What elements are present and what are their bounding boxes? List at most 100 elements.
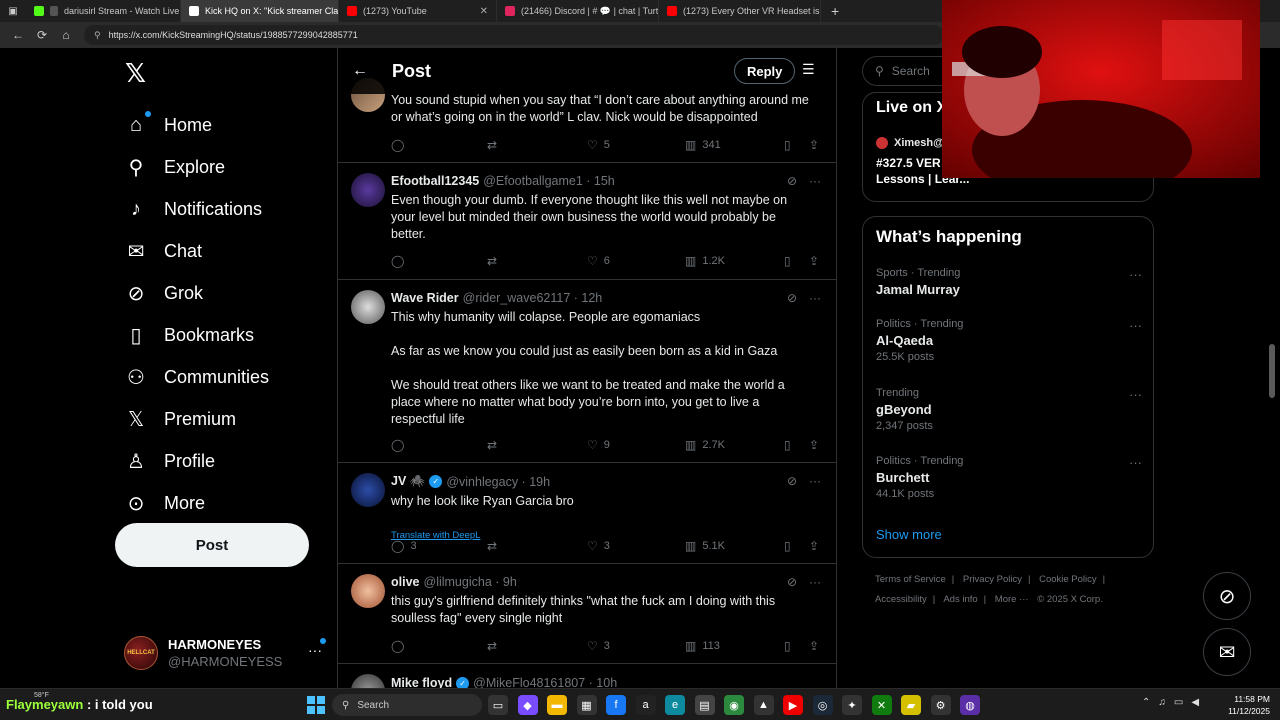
repost-action[interactable]: ⇄	[487, 437, 503, 453]
back-arrow-icon[interactable]: ←	[6, 28, 30, 42]
messages-float-button[interactable]: ✉	[1203, 628, 1251, 676]
browser-tab[interactable]: (1273) YouTube ✕	[339, 0, 497, 22]
bookmark-action[interactable]: ▯	[784, 437, 797, 453]
trend-item[interactable]: Trending gBeyond 2,347 posts ···	[876, 387, 1142, 432]
bookmark-action[interactable]: ▯	[784, 638, 797, 654]
page-scrollbar[interactable]	[1268, 48, 1276, 688]
windows-start-icon[interactable]	[307, 696, 325, 714]
display-name[interactable]: Efootball12345	[391, 174, 479, 188]
youtube-icon[interactable]: ▶	[783, 695, 803, 715]
microphone-icon[interactable]: ♫	[1158, 697, 1166, 708]
refresh-icon[interactable]: ⟳	[30, 28, 54, 42]
like-action[interactable]: ♡ 3	[587, 638, 610, 654]
task-view-icon[interactable]: ▭	[488, 695, 508, 715]
grok-icon[interactable]: ⊘	[787, 575, 797, 589]
more-dots-icon[interactable]: ···	[1129, 387, 1142, 402]
post-button[interactable]: Post	[115, 523, 309, 567]
bookmark-action[interactable]: ▯	[784, 253, 797, 269]
reply-tweet[interactable]: Mike floyd ✓ @MikeFlo48161807 · 10h	[338, 664, 836, 688]
like-action[interactable]: ♡ 6	[587, 253, 610, 269]
filter-settings-icon[interactable]: ☰	[802, 61, 815, 78]
share-action[interactable]: ⇪	[809, 253, 825, 269]
repost-action[interactable]: ⇄	[487, 538, 503, 554]
app-icon[interactable]: ✦	[842, 695, 862, 715]
xbox-icon[interactable]: ✕	[871, 695, 892, 715]
display-name[interactable]: JV 🕷️	[391, 474, 425, 489]
views-action[interactable]: ▥ 341	[685, 137, 721, 153]
reply-action[interactable]: ◯	[391, 253, 410, 269]
reply-tweet[interactable]: olive @lilmugicha · 9h ⊘ ··· this guy's …	[338, 564, 836, 664]
app-icon[interactable]: ◆	[517, 695, 538, 715]
chevron-up-icon[interactable]: ⌃	[1142, 697, 1150, 708]
facebook-icon[interactable]: f	[606, 695, 626, 715]
trend-item[interactable]: Politics · Trending Burchett 44.1K posts…	[876, 455, 1142, 500]
views-action[interactable]: ▥ 1.2K	[685, 253, 725, 269]
repost-action[interactable]: ⇄	[487, 253, 503, 269]
site-info-icon[interactable]: ⚲	[94, 30, 101, 41]
reply-action[interactable]: ◯ 3	[391, 538, 417, 554]
footer-link[interactable]: Cookie Policy	[1039, 574, 1097, 585]
x-logo-icon[interactable]: 𝕏	[125, 58, 146, 89]
more-dots-icon[interactable]: ···	[809, 474, 821, 488]
more-dots-icon[interactable]: ···	[1129, 318, 1142, 333]
chrome-icon[interactable]: ◉	[724, 695, 744, 715]
share-action[interactable]: ⇪	[809, 137, 825, 153]
mute-icon[interactable]	[50, 6, 58, 16]
nav-profile[interactable]: ♙ Profile	[112, 440, 269, 482]
edge-icon[interactable]: e	[665, 695, 685, 715]
taskbar-search[interactable]: ⚲ Search	[332, 694, 482, 716]
more-dots-icon[interactable]: ···	[809, 575, 821, 589]
grok-float-button[interactable]: ⊘	[1203, 572, 1251, 620]
grok-icon[interactable]: ⊘	[787, 291, 797, 305]
account-switcher[interactable]: HELLCAT HARMONEYES @HARMONEYESS ···	[124, 630, 326, 676]
share-action[interactable]: ⇪	[809, 538, 825, 554]
scrollbar-thumb[interactable]	[1269, 344, 1275, 398]
store-icon[interactable]: ▦	[576, 695, 597, 715]
avatar[interactable]	[351, 173, 385, 207]
app-icon[interactable]: ⚙	[930, 695, 951, 715]
browser-tab-active[interactable]: Kick HQ on X: "Kick streamer Cla ✕	[181, 0, 339, 22]
url-field[interactable]: ⚲ https://x.com/KickStreamingHQ/status/1…	[84, 25, 944, 45]
share-action[interactable]: ⇪	[809, 638, 825, 654]
avatar[interactable]	[351, 290, 385, 324]
network-icon[interactable]: ▭	[1174, 697, 1183, 708]
trend-item[interactable]: Sports · Trending Jamal Murray ···	[876, 267, 1142, 297]
obs-icon[interactable]: ◍	[960, 695, 980, 715]
reply-action[interactable]: ◯	[391, 638, 410, 654]
footer-link[interactable]: Privacy Policy	[963, 574, 1022, 585]
reply-tweet[interactable]: Wave Rider @rider_wave62117 · 12h ⊘ ··· …	[338, 280, 836, 463]
avatar[interactable]	[351, 674, 385, 688]
more-dots-icon[interactable]: ···	[1129, 267, 1142, 282]
nav-home[interactable]: ⌂ Home	[112, 104, 269, 146]
back-arrow-icon[interactable]: ←	[352, 62, 368, 80]
browser-tab[interactable]: dariusirl Stream - Watch Live ✕	[26, 0, 181, 22]
nav-communities[interactable]: ⚇ Communities	[112, 356, 269, 398]
close-tab-icon[interactable]: ✕	[472, 6, 488, 17]
display-name[interactable]: Mike floyd	[391, 676, 452, 688]
nav-chat[interactable]: ✉ Chat	[112, 230, 269, 272]
footer-link[interactable]: Accessibility	[875, 594, 927, 605]
reply-action[interactable]: ◯	[391, 137, 410, 153]
share-action[interactable]: ⇪	[809, 437, 825, 453]
steam-icon[interactable]: ◎	[812, 695, 833, 715]
repost-action[interactable]: ⇄	[487, 638, 503, 654]
like-action[interactable]: ♡ 9	[587, 437, 610, 453]
avatar[interactable]	[351, 473, 385, 507]
bookmark-action[interactable]: ▯	[784, 137, 797, 153]
footer-link[interactable]: Ads info	[943, 594, 977, 605]
bookmark-action[interactable]: ▯	[784, 538, 797, 554]
grok-icon[interactable]: ⊘	[787, 174, 797, 188]
clock[interactable]: 11:58 PM 11/12/2025	[1224, 693, 1270, 717]
like-action[interactable]: ♡ 5	[587, 137, 610, 153]
new-tab-icon[interactable]: +	[831, 3, 839, 19]
home-icon[interactable]: ⌂	[54, 28, 78, 42]
live-host[interactable]: Ximesh@	[876, 137, 944, 149]
display-name[interactable]: olive	[391, 575, 420, 589]
nav-notifications[interactable]: ♪ Notifications	[112, 188, 269, 230]
more-dots-icon[interactable]: ···	[809, 291, 821, 305]
nav-explore[interactable]: ⚲ Explore	[112, 146, 269, 188]
views-action[interactable]: ▥ 5.1K	[685, 538, 725, 554]
app-icon[interactable]: ▲	[753, 695, 774, 715]
nav-grok[interactable]: ⊘ Grok	[112, 272, 269, 314]
amazon-icon[interactable]: a	[635, 695, 656, 715]
